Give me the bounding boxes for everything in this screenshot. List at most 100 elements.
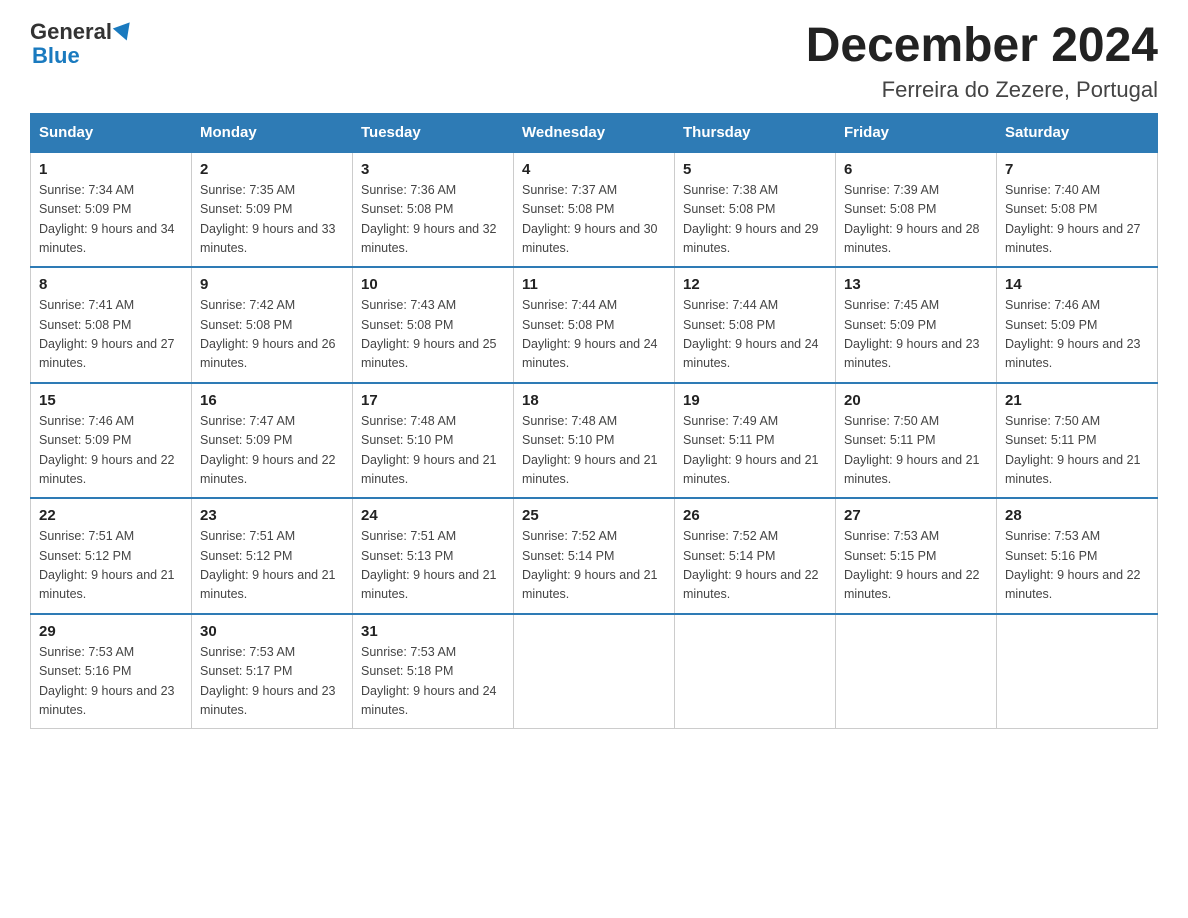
- calendar-cell: 8 Sunrise: 7:41 AMSunset: 5:08 PMDayligh…: [31, 267, 192, 383]
- calendar-table: Sunday Monday Tuesday Wednesday Thursday…: [30, 113, 1158, 730]
- day-info: Sunrise: 7:53 AMSunset: 5:17 PMDaylight:…: [200, 645, 336, 717]
- day-number: 29: [39, 623, 183, 640]
- col-saturday: Saturday: [997, 113, 1158, 152]
- day-number: 2: [200, 161, 344, 178]
- day-number: 3: [361, 161, 505, 178]
- logo: General Blue: [30, 20, 133, 68]
- day-number: 12: [683, 276, 827, 293]
- calendar-cell: 23 Sunrise: 7:51 AMSunset: 5:12 PMDaylig…: [192, 498, 353, 614]
- day-number: 8: [39, 276, 183, 293]
- day-info: Sunrise: 7:41 AMSunset: 5:08 PMDaylight:…: [39, 298, 175, 370]
- day-number: 16: [200, 392, 344, 409]
- day-info: Sunrise: 7:51 AMSunset: 5:12 PMDaylight:…: [200, 529, 336, 601]
- day-info: Sunrise: 7:46 AMSunset: 5:09 PMDaylight:…: [1005, 298, 1141, 370]
- day-info: Sunrise: 7:48 AMSunset: 5:10 PMDaylight:…: [361, 414, 497, 486]
- calendar-cell: 30 Sunrise: 7:53 AMSunset: 5:17 PMDaylig…: [192, 614, 353, 729]
- calendar-cell: 9 Sunrise: 7:42 AMSunset: 5:08 PMDayligh…: [192, 267, 353, 383]
- day-info: Sunrise: 7:44 AMSunset: 5:08 PMDaylight:…: [522, 298, 658, 370]
- day-number: 26: [683, 507, 827, 524]
- calendar-cell: 5 Sunrise: 7:38 AMSunset: 5:08 PMDayligh…: [675, 152, 836, 268]
- col-monday: Monday: [192, 113, 353, 152]
- day-info: Sunrise: 7:42 AMSunset: 5:08 PMDaylight:…: [200, 298, 336, 370]
- calendar-cell: 20 Sunrise: 7:50 AMSunset: 5:11 PMDaylig…: [836, 383, 997, 499]
- calendar-subtitle: Ferreira do Zezere, Portugal: [806, 77, 1158, 103]
- calendar-cell: 10 Sunrise: 7:43 AMSunset: 5:08 PMDaylig…: [353, 267, 514, 383]
- day-info: Sunrise: 7:53 AMSunset: 5:16 PMDaylight:…: [39, 645, 175, 717]
- day-number: 10: [361, 276, 505, 293]
- day-number: 19: [683, 392, 827, 409]
- calendar-week-row: 15 Sunrise: 7:46 AMSunset: 5:09 PMDaylig…: [31, 383, 1158, 499]
- day-info: Sunrise: 7:44 AMSunset: 5:08 PMDaylight:…: [683, 298, 819, 370]
- day-number: 21: [1005, 392, 1149, 409]
- calendar-week-row: 29 Sunrise: 7:53 AMSunset: 5:16 PMDaylig…: [31, 614, 1158, 729]
- day-number: 1: [39, 161, 183, 178]
- day-number: 14: [1005, 276, 1149, 293]
- day-info: Sunrise: 7:34 AMSunset: 5:09 PMDaylight:…: [39, 183, 175, 255]
- calendar-week-row: 22 Sunrise: 7:51 AMSunset: 5:12 PMDaylig…: [31, 498, 1158, 614]
- col-thursday: Thursday: [675, 113, 836, 152]
- day-number: 30: [200, 623, 344, 640]
- day-number: 17: [361, 392, 505, 409]
- day-number: 22: [39, 507, 183, 524]
- calendar-cell: 22 Sunrise: 7:51 AMSunset: 5:12 PMDaylig…: [31, 498, 192, 614]
- day-number: 24: [361, 507, 505, 524]
- calendar-cell: 31 Sunrise: 7:53 AMSunset: 5:18 PMDaylig…: [353, 614, 514, 729]
- day-info: Sunrise: 7:40 AMSunset: 5:08 PMDaylight:…: [1005, 183, 1141, 255]
- calendar-cell: 27 Sunrise: 7:53 AMSunset: 5:15 PMDaylig…: [836, 498, 997, 614]
- col-tuesday: Tuesday: [353, 113, 514, 152]
- day-info: Sunrise: 7:50 AMSunset: 5:11 PMDaylight:…: [844, 414, 980, 486]
- day-info: Sunrise: 7:52 AMSunset: 5:14 PMDaylight:…: [683, 529, 819, 601]
- day-info: Sunrise: 7:52 AMSunset: 5:14 PMDaylight:…: [522, 529, 658, 601]
- day-info: Sunrise: 7:48 AMSunset: 5:10 PMDaylight:…: [522, 414, 658, 486]
- calendar-cell: 11 Sunrise: 7:44 AMSunset: 5:08 PMDaylig…: [514, 267, 675, 383]
- day-info: Sunrise: 7:39 AMSunset: 5:08 PMDaylight:…: [844, 183, 980, 255]
- col-wednesday: Wednesday: [514, 113, 675, 152]
- calendar-cell: 19 Sunrise: 7:49 AMSunset: 5:11 PMDaylig…: [675, 383, 836, 499]
- calendar-cell: 13 Sunrise: 7:45 AMSunset: 5:09 PMDaylig…: [836, 267, 997, 383]
- calendar-cell: [675, 614, 836, 729]
- day-number: 18: [522, 392, 666, 409]
- day-number: 5: [683, 161, 827, 178]
- calendar-cell: 3 Sunrise: 7:36 AMSunset: 5:08 PMDayligh…: [353, 152, 514, 268]
- col-friday: Friday: [836, 113, 997, 152]
- day-info: Sunrise: 7:51 AMSunset: 5:13 PMDaylight:…: [361, 529, 497, 601]
- calendar-cell: 15 Sunrise: 7:46 AMSunset: 5:09 PMDaylig…: [31, 383, 192, 499]
- page-header: General Blue December 2024 Ferreira do Z…: [30, 20, 1158, 103]
- calendar-cell: 21 Sunrise: 7:50 AMSunset: 5:11 PMDaylig…: [997, 383, 1158, 499]
- calendar-cell: 16 Sunrise: 7:47 AMSunset: 5:09 PMDaylig…: [192, 383, 353, 499]
- day-info: Sunrise: 7:50 AMSunset: 5:11 PMDaylight:…: [1005, 414, 1141, 486]
- day-info: Sunrise: 7:35 AMSunset: 5:09 PMDaylight:…: [200, 183, 336, 255]
- day-number: 25: [522, 507, 666, 524]
- day-info: Sunrise: 7:36 AMSunset: 5:08 PMDaylight:…: [361, 183, 497, 255]
- calendar-week-row: 8 Sunrise: 7:41 AMSunset: 5:08 PMDayligh…: [31, 267, 1158, 383]
- day-number: 13: [844, 276, 988, 293]
- day-number: 11: [522, 276, 666, 293]
- day-info: Sunrise: 7:53 AMSunset: 5:18 PMDaylight:…: [361, 645, 497, 717]
- calendar-cell: 29 Sunrise: 7:53 AMSunset: 5:16 PMDaylig…: [31, 614, 192, 729]
- calendar-cell: 25 Sunrise: 7:52 AMSunset: 5:14 PMDaylig…: [514, 498, 675, 614]
- calendar-cell: 2 Sunrise: 7:35 AMSunset: 5:09 PMDayligh…: [192, 152, 353, 268]
- day-number: 23: [200, 507, 344, 524]
- calendar-cell: 6 Sunrise: 7:39 AMSunset: 5:08 PMDayligh…: [836, 152, 997, 268]
- calendar-cell: 12 Sunrise: 7:44 AMSunset: 5:08 PMDaylig…: [675, 267, 836, 383]
- calendar-cell: [836, 614, 997, 729]
- calendar-cell: 26 Sunrise: 7:52 AMSunset: 5:14 PMDaylig…: [675, 498, 836, 614]
- calendar-cell: 17 Sunrise: 7:48 AMSunset: 5:10 PMDaylig…: [353, 383, 514, 499]
- day-number: 7: [1005, 161, 1149, 178]
- day-info: Sunrise: 7:46 AMSunset: 5:09 PMDaylight:…: [39, 414, 175, 486]
- logo-blue-text: Blue: [32, 43, 80, 68]
- day-number: 6: [844, 161, 988, 178]
- col-sunday: Sunday: [31, 113, 192, 152]
- day-number: 20: [844, 392, 988, 409]
- day-number: 28: [1005, 507, 1149, 524]
- day-number: 9: [200, 276, 344, 293]
- day-number: 31: [361, 623, 505, 640]
- day-info: Sunrise: 7:53 AMSunset: 5:15 PMDaylight:…: [844, 529, 980, 601]
- day-info: Sunrise: 7:51 AMSunset: 5:12 PMDaylight:…: [39, 529, 175, 601]
- calendar-cell: 28 Sunrise: 7:53 AMSunset: 5:16 PMDaylig…: [997, 498, 1158, 614]
- calendar-cell: [997, 614, 1158, 729]
- day-info: Sunrise: 7:53 AMSunset: 5:16 PMDaylight:…: [1005, 529, 1141, 601]
- day-info: Sunrise: 7:37 AMSunset: 5:08 PMDaylight:…: [522, 183, 658, 255]
- calendar-cell: [514, 614, 675, 729]
- day-number: 15: [39, 392, 183, 409]
